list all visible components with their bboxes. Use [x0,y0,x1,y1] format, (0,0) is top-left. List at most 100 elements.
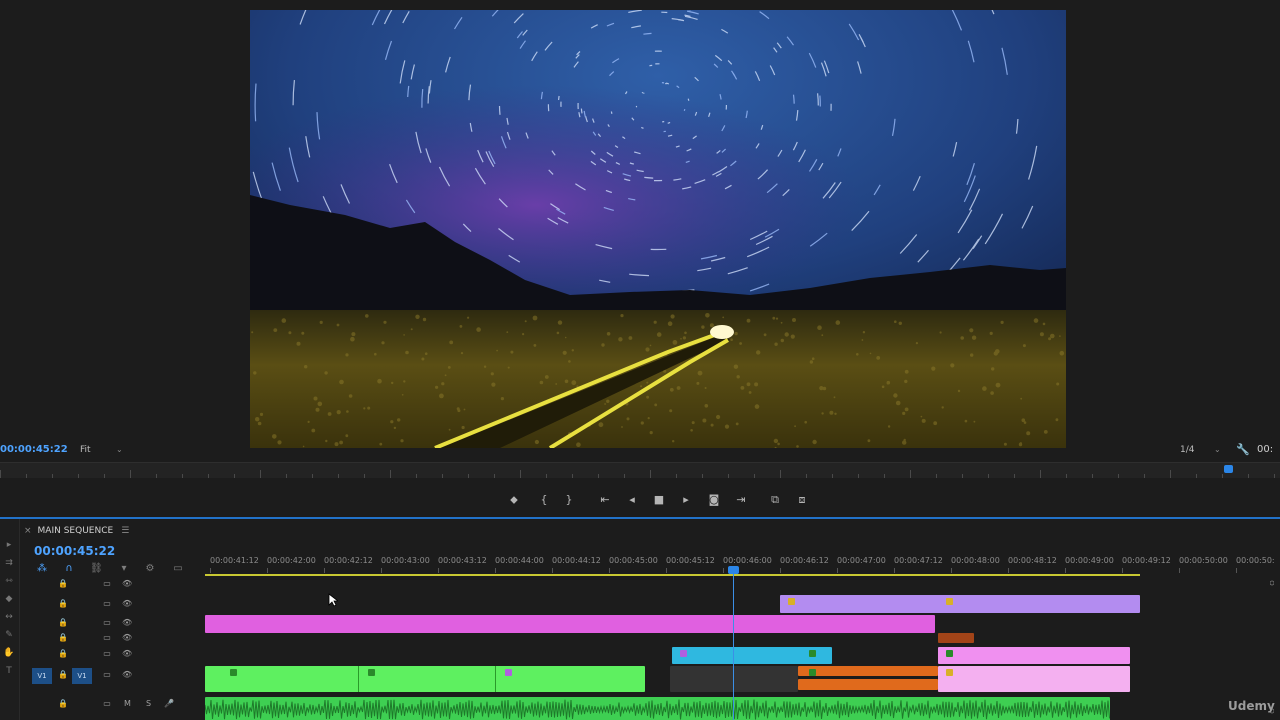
nest-icon[interactable]: ⁂ [36,563,48,575]
go-to-in-icon[interactable]: ⇤ [596,490,614,510]
gravel-dot [812,439,817,445]
lock-icon[interactable]: 🔒 [58,599,68,609]
gravel-dot [1048,337,1052,341]
timeline-timecode[interactable]: 00:00:45:22 [34,544,115,558]
clip-v4-magenta[interactable] [205,615,935,633]
gravel-dot [311,428,316,433]
type-tool-icon[interactable]: T [3,665,15,677]
lock-icon[interactable]: 🔒 [58,618,68,628]
sync-lock-icon[interactable]: ▭ [102,699,112,709]
timeline-settings-icon[interactable]: ⚙ [144,563,156,575]
clip-v2-pink[interactable] [938,647,1130,664]
razor-tool-icon[interactable]: ◆ [3,593,15,605]
ruler-tick [52,474,53,478]
sync-lock-icon[interactable]: ▭ [102,618,112,628]
lock-icon[interactable]: 🔒 [58,633,68,643]
captions-icon[interactable]: ▭ [172,563,184,575]
sync-lock-icon[interactable]: ▭ [102,633,112,643]
gravel-dot [379,442,383,446]
gravel-dot [748,391,752,394]
sync-lock-icon[interactable]: ▭ [102,670,112,680]
track-header-v1[interactable]: V1 V1 🔒 ▭ 👁 [20,668,205,684]
add-marker-icon[interactable]: ▾ [118,563,130,575]
clip-v1-green[interactable] [205,666,645,692]
selection-tool-icon[interactable]: ▸ [3,539,15,551]
pen-tool-icon[interactable]: ✎ [3,629,15,641]
eye-icon[interactable]: 👁 [122,618,132,628]
track-header-v5[interactable]: 🔒 ▭ 👁 [20,597,205,613]
eye-icon[interactable]: 👁 [122,649,132,659]
ripple-edit-tool-icon[interactable]: ⇿ [3,575,15,587]
panel-menu-icon[interactable]: ☰ [121,526,129,536]
clip-v1-orange-bottom[interactable] [798,679,938,690]
chevron-down-icon[interactable]: ⌄ [1214,443,1221,457]
vertical-scrollbar[interactable] [1270,577,1274,717]
clip-v1-orange-top[interactable] [798,666,938,676]
close-icon[interactable]: × [24,526,32,536]
export-frame-icon[interactable]: ◙ [705,490,723,510]
insert-icon[interactable]: ⧉ [766,490,784,510]
clip-v5-violet[interactable] [780,595,1140,613]
linked-selection-icon[interactable]: ⛓ [90,563,103,575]
marker-icon[interactable]: ⬥ [505,490,523,510]
solo-button[interactable]: S [146,699,151,708]
hand-tool-icon[interactable]: ✋ [3,647,15,659]
snap-icon[interactable]: ∩ [63,563,75,575]
gravel-dot [410,328,413,331]
eye-icon[interactable]: 👁 [122,599,132,609]
slip-tool-icon[interactable]: ↔ [3,611,15,623]
sync-lock-icon[interactable]: ▭ [102,649,112,659]
step-back-icon[interactable]: ◂ [623,490,641,510]
eye-icon[interactable]: 👁 [122,670,132,680]
lock-icon[interactable]: 🔒 [58,649,68,659]
gravel-dot [391,381,394,385]
lock-icon[interactable]: 🔒 [58,699,68,709]
sequence-tab[interactable]: × MAIN SEQUENCE ☰ [24,523,129,539]
playback-resolution-dropdown[interactable]: 1/4 [1180,443,1194,457]
mouse-cursor-icon [328,593,338,607]
lock-icon[interactable]: 🔒 [58,670,68,680]
clip-v1-pink[interactable] [938,666,1130,692]
eye-icon[interactable]: 👁 [122,579,132,589]
track-header-v2[interactable]: 🔒 ▭ 👁 [20,647,205,663]
mute-button[interactable]: M [124,699,131,708]
playhead-line[interactable] [733,566,734,720]
program-timecode[interactable]: 00:00:45:22 [0,443,68,457]
chevron-down-icon[interactable]: ⌄ [116,443,123,457]
stop-icon[interactable]: ■ [650,490,668,510]
track-header-v6[interactable]: 🔒 ▭ 👁 [20,577,205,593]
microphone-icon[interactable]: 🎤 [164,699,174,709]
clip-v2-cyan[interactable] [672,647,832,664]
gravel-dot [915,342,919,345]
time-ruler[interactable]: 00:00:41:12 00:00:42:00 00:00:42:12 00:00:4… [205,552,1280,574]
ruler-tick [1118,474,1119,478]
monitor-playhead[interactable] [1224,465,1233,473]
track-header-a1[interactable]: 🔒 ▭ M S 🎤 [20,697,205,713]
track-select-tool-icon[interactable]: ⇉ [3,557,15,569]
eye-icon[interactable]: 👁 [122,633,132,643]
play-icon[interactable]: ▸ [677,490,695,510]
overwrite-icon[interactable]: ⧈ [793,490,811,510]
gravel-dot [534,439,539,445]
gravel-dot [557,320,563,325]
ruler-tick [416,474,417,478]
clip-v3-orange[interactable] [938,633,974,643]
in-point-icon[interactable]: { [535,490,553,510]
track-header-v4[interactable]: 🔒 ▭ 👁 [20,616,205,632]
monitor-time-ruler[interactable] [0,462,1280,478]
sync-lock-icon[interactable]: ▭ [102,579,112,589]
lock-icon[interactable]: 🔒 [58,579,68,589]
playhead-handle[interactable] [728,566,739,574]
work-area-bar[interactable] [205,574,1140,576]
out-point-icon[interactable]: } [560,490,578,510]
track-target-v1[interactable]: V1 [72,668,92,684]
clip-v1-gap[interactable] [670,666,798,692]
sync-lock-icon[interactable]: ▭ [102,599,112,609]
wrench-icon[interactable]: 🔧 [1236,443,1250,457]
track-header-v3[interactable]: 🔒 ▭ 👁 [20,631,205,647]
clip-edit-point[interactable] [495,666,496,692]
source-patch-v1[interactable]: V1 [32,668,52,684]
go-to-out-icon[interactable]: ⇥ [732,490,750,510]
clip-edit-point[interactable] [358,666,359,692]
zoom-fit-dropdown[interactable]: Fit [80,443,91,457]
